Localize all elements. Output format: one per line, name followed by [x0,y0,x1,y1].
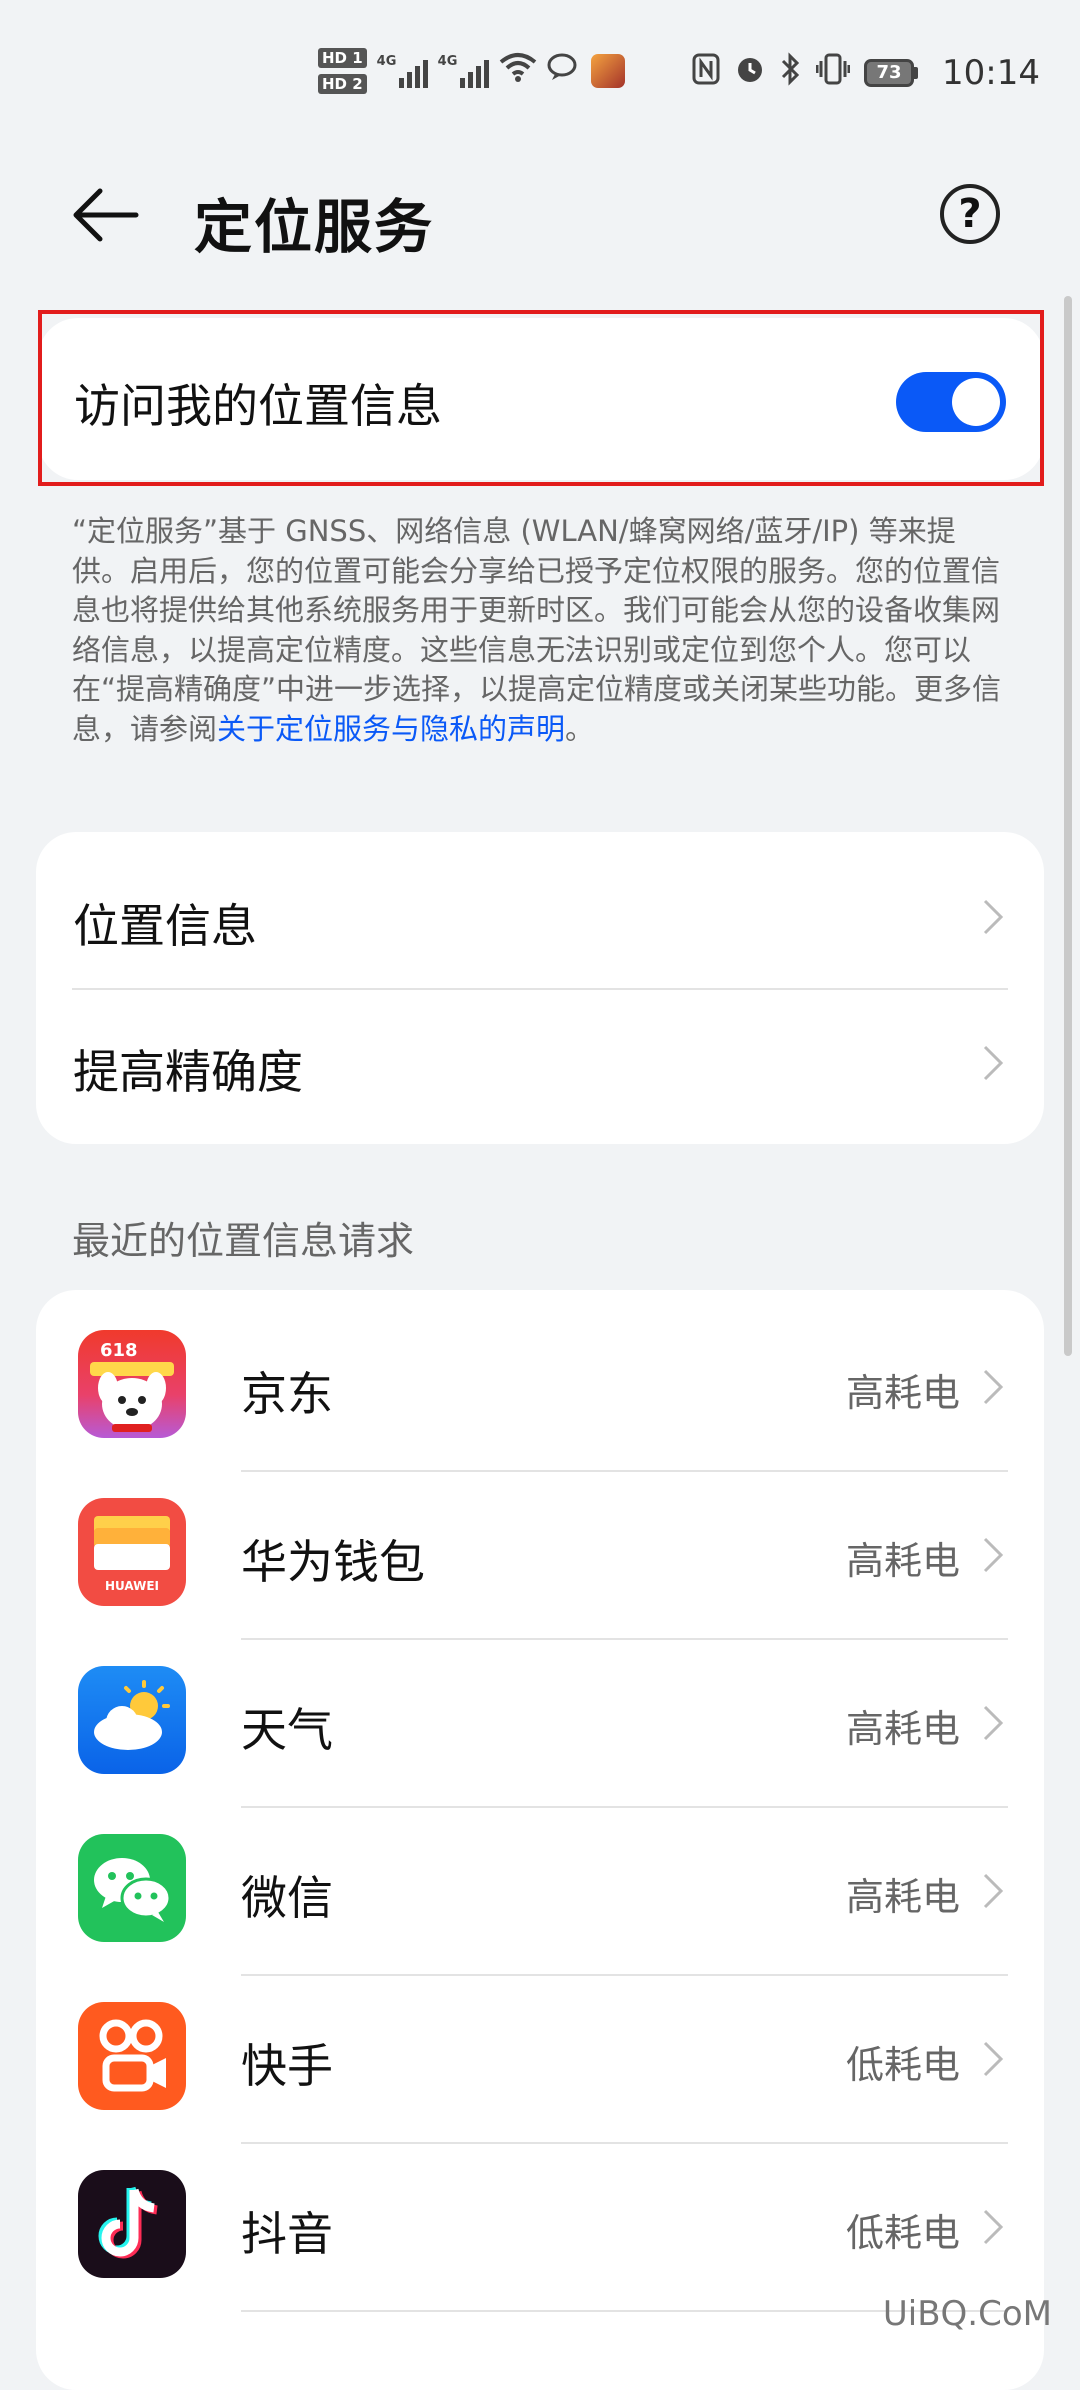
cellular-signal-2-icon: 4G [438,54,489,88]
wechat-icon [78,1834,186,1942]
back-arrow-icon[interactable] [70,185,140,245]
cellular-signal-1-icon: 4G [377,54,428,88]
location-settings-card: 位置信息 提高精确度 [36,832,1044,1144]
app-header: 定位服务 ? [0,160,1080,270]
alarm-icon [734,53,766,93]
chevron-right-icon [983,2209,1004,2245]
list-item-douyin[interactable]: 抖音 低耗电 [36,2130,1044,2298]
list-item-huawei-wallet[interactable]: HUAWEI 华为钱包 高耗电 [36,1458,1044,1626]
kuaishou-icon [78,2002,186,2110]
chevron-right-icon [983,899,1004,935]
wifi-icon [499,51,537,91]
battery-level: 73 [864,59,915,87]
clock: 10:14 [942,53,1040,93]
chevron-right-icon [983,1705,1004,1741]
status-bar-right: 73 10:14 [692,52,1040,94]
bluetooth-icon [780,52,802,94]
hd2-badge: HD 2 [318,74,367,94]
power-usage: 低耗电 [845,2043,960,2087]
location-description: “定位服务”基于 GNSS、网络信息 (WLAN/蜂窝网络/蓝牙/IP) 等来提… [72,512,1012,749]
chevron-right-icon [983,1537,1004,1573]
app-name: 天气 [241,1703,333,1757]
settings-item-label: 提高精确度 [73,1045,303,1099]
help-icon[interactable]: ? [940,184,1000,244]
description-suffix: 。 [565,711,595,746]
weather-icon [78,1666,186,1774]
recent-requests-list: 618 京东 高耗电 HUAWEI 华为钱包 高耗电 天气 高耗电 微信 高耗电… [36,1290,1044,2390]
chat-notification-icon [547,52,581,90]
huawei-wallet-icon: HUAWEI [78,1498,186,1606]
highlight-frame [38,310,1044,486]
list-item-kuaishou[interactable]: 快手 低耗电 [36,1962,1044,2130]
chevron-right-icon [983,2041,1004,2077]
app-name: 微信 [241,1871,333,1925]
list-item-weather[interactable]: 天气 高耗电 [36,1626,1044,1794]
hd1-badge: HD 1 [318,48,367,68]
battery-icon: 73 [864,59,919,87]
chevron-right-icon [983,1873,1004,1909]
settings-item-accuracy[interactable]: 提高精确度 [36,990,1044,1136]
power-usage: 低耗电 [845,2211,960,2255]
privacy-statement-link[interactable]: 关于定位服务与隐私的声明 [217,712,565,746]
chevron-right-icon [983,1045,1004,1081]
douyin-icon [78,2170,186,2278]
status-bar-left: HD 1 HD 2 4G 4G [318,48,625,94]
nfc-icon [692,53,720,93]
settings-item-location-info[interactable]: 位置信息 [36,844,1044,990]
settings-item-label: 位置信息 [73,899,257,953]
power-usage: 高耗电 [845,1707,960,1751]
app-name: 抖音 [241,2207,333,2261]
list-item-jd[interactable]: 618 京东 高耗电 [36,1290,1044,1458]
recent-requests-title: 最近的位置信息请求 [72,1219,415,1263]
jd-icon: 618 [78,1330,186,1438]
huawei-brand: HUAWEI [105,1579,159,1593]
watermark: UiBQ.CoM [882,2294,1052,2334]
network-type-1: 4G [376,54,397,69]
status-bar: HD 1 HD 2 4G 4G 73 10:14 [0,0,1080,150]
page-title: 定位服务 [194,193,435,261]
vibrate-icon [815,53,851,93]
power-usage: 高耗电 [845,1371,960,1415]
game-notification-icon [590,54,625,88]
chevron-right-icon [983,1369,1004,1405]
scrollbar[interactable] [1064,296,1072,1356]
hd-indicators: HD 1 HD 2 [318,48,367,94]
power-usage: 高耗电 [845,1875,960,1919]
list-item-wechat[interactable]: 微信 高耗电 [36,1794,1044,1962]
app-name: 快手 [241,2039,333,2093]
jd-badge: 618 [100,1340,138,1361]
network-type-2: 4G [437,54,458,69]
app-name: 华为钱包 [241,1535,425,1589]
app-name: 京东 [241,1367,333,1421]
power-usage: 高耗电 [845,1539,960,1583]
